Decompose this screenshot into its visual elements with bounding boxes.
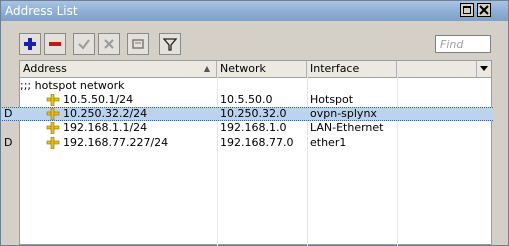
restore-button[interactable] xyxy=(460,3,474,17)
note-icon xyxy=(132,39,144,49)
comment-row[interactable]: ;;; hotspot network xyxy=(2,79,493,93)
address-icon xyxy=(46,108,60,120)
find-input[interactable] xyxy=(435,35,491,53)
toolbar xyxy=(1,22,508,60)
row-flag: D xyxy=(4,107,13,120)
close-icon xyxy=(479,5,489,15)
network-cell: 10.250.32.0 xyxy=(220,107,287,120)
column-header-address[interactable]: Address ▲ xyxy=(20,61,217,77)
interface-cell: LAN-Ethernet xyxy=(310,121,384,134)
close-button[interactable] xyxy=(477,3,491,17)
minus-icon xyxy=(49,42,61,46)
x-icon xyxy=(104,39,114,49)
table-row[interactable]: D 192.168.77.227/24 192.168.77.0 ether1 xyxy=(2,136,493,150)
table-row-selected[interactable]: D 10.250.32.2/24 10.250.32.0 ovpn-splynx xyxy=(2,107,493,121)
address-list-window: Address List Find Address ▲ Network Inte… xyxy=(0,0,509,246)
address-cell: 10.5.50.1/24 xyxy=(63,93,134,106)
chevron-down-icon xyxy=(480,66,488,71)
funnel-icon xyxy=(163,38,177,51)
network-cell: 192.168.1.0 xyxy=(220,121,287,134)
disable-button[interactable] xyxy=(98,33,120,55)
comment-button[interactable] xyxy=(127,33,149,55)
table-row[interactable]: 192.168.1.1/24 192.168.1.0 LAN-Ethernet xyxy=(2,121,493,135)
address-cell: 10.250.32.2/24 xyxy=(63,107,148,120)
network-cell: 10.5.50.0 xyxy=(220,93,273,106)
sort-ascending-icon: ▲ xyxy=(203,64,210,73)
column-header-network[interactable]: Network xyxy=(217,61,307,77)
remove-button[interactable] xyxy=(44,33,66,55)
filter-button[interactable] xyxy=(159,33,181,55)
window-title: Address List xyxy=(5,4,78,18)
comment-text: ;;; hotspot network xyxy=(20,79,125,92)
plus-icon xyxy=(24,38,36,50)
restore-icon xyxy=(463,6,471,14)
interface-cell: ovpn-splynx xyxy=(310,107,377,120)
interface-cell: ether1 xyxy=(310,136,347,149)
interface-cell: Hotspot xyxy=(310,93,354,106)
address-cell: 192.168.77.227/24 xyxy=(63,136,169,149)
add-button[interactable] xyxy=(19,33,41,55)
column-header-interface[interactable]: Interface xyxy=(307,61,397,77)
table-row[interactable]: 10.5.50.1/24 10.5.50.0 Hotspot xyxy=(2,93,493,107)
enable-button[interactable] xyxy=(73,33,95,55)
address-cell: 192.168.1.1/24 xyxy=(63,121,148,134)
title-bar[interactable]: Address List xyxy=(1,1,508,21)
address-icon xyxy=(46,122,60,134)
row-flag: D xyxy=(4,136,13,149)
address-icon xyxy=(46,94,60,106)
table-header: Address ▲ Network Interface xyxy=(20,61,491,78)
network-cell: 192.168.77.0 xyxy=(220,136,294,149)
address-table: Address ▲ Network Interface ;;; hotspot … xyxy=(2,60,493,246)
column-menu-button[interactable] xyxy=(476,61,491,77)
check-icon xyxy=(78,39,90,50)
address-icon xyxy=(46,137,60,149)
